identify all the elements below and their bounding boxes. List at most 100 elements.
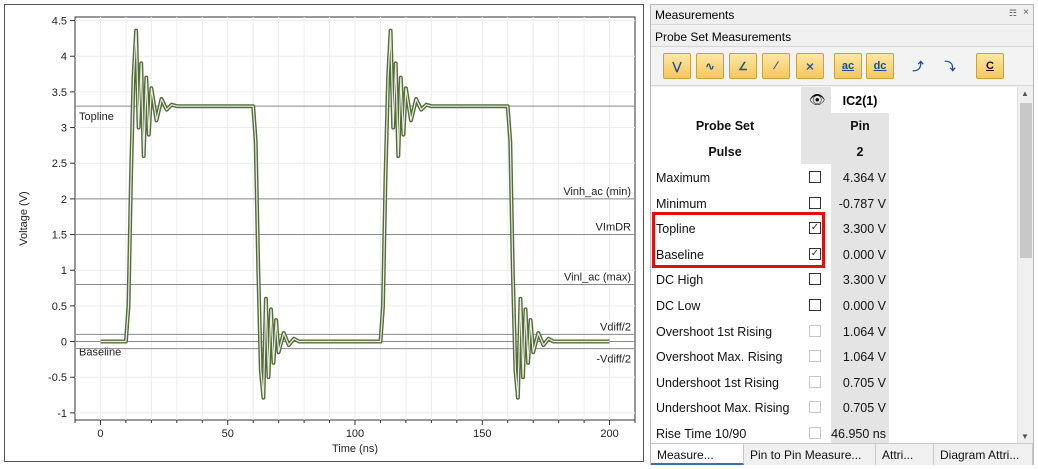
measurement-row: Overshoot 1st Rising 1.064 V <box>651 318 889 345</box>
ac-icon[interactable]: ac <box>834 53 862 79</box>
measurement-value: 46.950 ns <box>831 421 889 443</box>
measurement-row: Overshoot Max. Rising 1.064 V <box>651 344 889 370</box>
scroll-up-icon[interactable]: ▲ <box>1021 89 1029 98</box>
y-tick-label: 0.5 <box>52 301 67 313</box>
checkbox-cell <box>801 344 831 370</box>
scroll-down-icon[interactable]: ▼ <box>1021 432 1029 441</box>
measurement-label: Undershoot 1st Rising <box>656 375 779 390</box>
rising-edge-icon[interactable]: ⤴ <box>904 53 932 79</box>
pin-icon[interactable]: ☶ <box>1009 8 1017 19</box>
y-tick-label: 1 <box>61 265 67 277</box>
measurement-label: Maximum <box>656 171 711 185</box>
falling-edge-icon[interactable]: ⤵ <box>936 53 964 79</box>
dc-label: dc <box>873 60 887 72</box>
x-tick-label: 0 <box>97 428 103 440</box>
close-icon[interactable]: × <box>1023 7 1029 18</box>
tab-0[interactable]: Measure... <box>651 444 744 465</box>
panel-title-bar: Measurements ☶ × <box>651 5 1033 25</box>
measurement-value: 3.300 V <box>831 267 889 293</box>
c-icon[interactable]: C <box>976 53 1004 79</box>
checkbox-cell <box>801 395 831 421</box>
measurement-label: Topline <box>656 222 696 237</box>
reference-line-label: Vdiff/2 <box>600 321 631 333</box>
measurement-value: 0.705 V <box>831 369 889 396</box>
measurement-row: Undershoot Max. Rising 0.705 V <box>651 395 889 421</box>
measurement-label: DC High <box>656 273 704 288</box>
vertical-scrollbar[interactable]: ▲ ▼ <box>1017 87 1033 443</box>
reference-line-label: Topline <box>79 111 114 123</box>
measurement-row: Rise Time 10/90 46.950 ns <box>651 421 889 443</box>
measurement-value: 0.000 V <box>831 293 889 319</box>
pulse-label: Pulse <box>708 145 742 159</box>
measurement-row: DC High 3.300 V <box>651 267 889 293</box>
measurement-label: Overshoot Max. Rising <box>656 350 783 365</box>
measurement-checkbox[interactable]: ✓ <box>809 247 821 260</box>
checkbox-cell <box>801 293 831 319</box>
checkbox-cell <box>801 421 831 443</box>
probe-set-label: Probe Set <box>695 119 755 133</box>
measurement-row: Maximum 4.364 V <box>651 165 889 191</box>
ac-label: ac <box>841 60 855 72</box>
measurement-row: Baseline ✓ 0.000 V <box>651 241 889 268</box>
bottom-tabs: Measure... Pin to Pin Measure... Attri... D… <box>651 443 1033 465</box>
measurement-value: 3.300 V <box>831 216 889 242</box>
tab-2[interactable]: Attri... <box>876 444 934 465</box>
column-header: IC2(1) <box>842 94 878 108</box>
measurement-checkbox <box>809 375 821 388</box>
measurement-value: 1.064 V <box>831 318 889 345</box>
chart-canvas: Topline Vinh_ac (min) VImDR Vinl_ac (max) Vd… <box>18 16 636 455</box>
measurement-row: Undershoot 1st Rising 0.705 V <box>651 369 889 396</box>
measurement-checkbox[interactable] <box>809 299 821 311</box>
measurement-label: Rise Time 10/90 <box>656 427 747 441</box>
measurement-checkbox <box>809 401 821 414</box>
vpp-icon[interactable]: ⋁ <box>663 53 691 79</box>
x-tick-label: 100 <box>346 428 364 440</box>
pulse-value: 2 <box>831 139 889 165</box>
measurement-label: DC Low <box>656 299 701 313</box>
probe-set-value: Pin <box>831 113 889 139</box>
measurement-checkbox[interactable] <box>809 273 821 286</box>
measurement-row: Minimum -0.787 V <box>651 190 889 217</box>
reference-line-label: Vinh_ac (min) <box>563 186 631 198</box>
measurement-checkbox[interactable] <box>809 171 821 183</box>
measurement-checkbox <box>809 324 821 337</box>
y-tick-label: 2 <box>61 194 67 206</box>
measurement-value: 4.364 V <box>831 165 889 191</box>
slope-icon[interactable]: ∕ <box>762 53 790 79</box>
crossing-icon[interactable]: ⨯ <box>796 53 824 79</box>
eye-icon[interactable]: 👁 <box>809 92 826 108</box>
x-tick-label: 150 <box>473 428 491 440</box>
scroll-thumb[interactable] <box>1020 103 1032 258</box>
slew-icon[interactable]: ∠ <box>729 53 757 79</box>
measurement-value: 1.064 V <box>831 344 889 370</box>
dc-icon[interactable]: dc <box>866 53 894 79</box>
waveform-icon[interactable]: ∿ <box>696 53 724 79</box>
checkbox-cell <box>801 190 831 217</box>
pulse-row: Pulse 2 <box>651 139 889 165</box>
reference-line-label: -Vdiff/2 <box>596 354 631 366</box>
measurement-row: DC Low 0.000 V <box>651 293 889 319</box>
measurement-checkbox <box>809 350 821 363</box>
checkbox-cell: ✓ <box>801 216 831 242</box>
y-axis-label: Voltage (V) <box>18 191 30 245</box>
x-tick-label: 50 <box>222 428 234 440</box>
checkbox-cell <box>801 369 831 396</box>
panel-title: Measurements <box>655 8 735 22</box>
measurement-label: Undershoot Max. Rising <box>656 401 790 416</box>
y-tick-label: -0.5 <box>48 372 67 384</box>
y-tick-label: 0 <box>61 337 67 349</box>
reference-line-label: Vinl_ac (max) <box>564 271 631 283</box>
tab-3[interactable]: Diagram Attri... <box>934 444 1033 465</box>
measurement-value: -0.787 V <box>831 190 889 217</box>
measurement-label: Minimum <box>656 196 707 211</box>
measurements-panel: Measurements ☶ × Probe Set Measurements … <box>650 4 1034 465</box>
checkbox-cell <box>801 267 831 293</box>
measurement-checkbox[interactable]: ✓ <box>809 222 821 235</box>
checkbox-cell: ✓ <box>801 241 831 268</box>
reference-line-label: VImDR <box>596 222 632 234</box>
tab-1[interactable]: Pin to Pin Measure... <box>744 444 876 465</box>
probe-set-row: Probe Set Pin <box>651 113 889 139</box>
x-axis-label: Time (ns) <box>332 443 378 455</box>
measurement-checkbox[interactable] <box>809 196 821 209</box>
y-tick-label: 3.5 <box>52 87 67 99</box>
